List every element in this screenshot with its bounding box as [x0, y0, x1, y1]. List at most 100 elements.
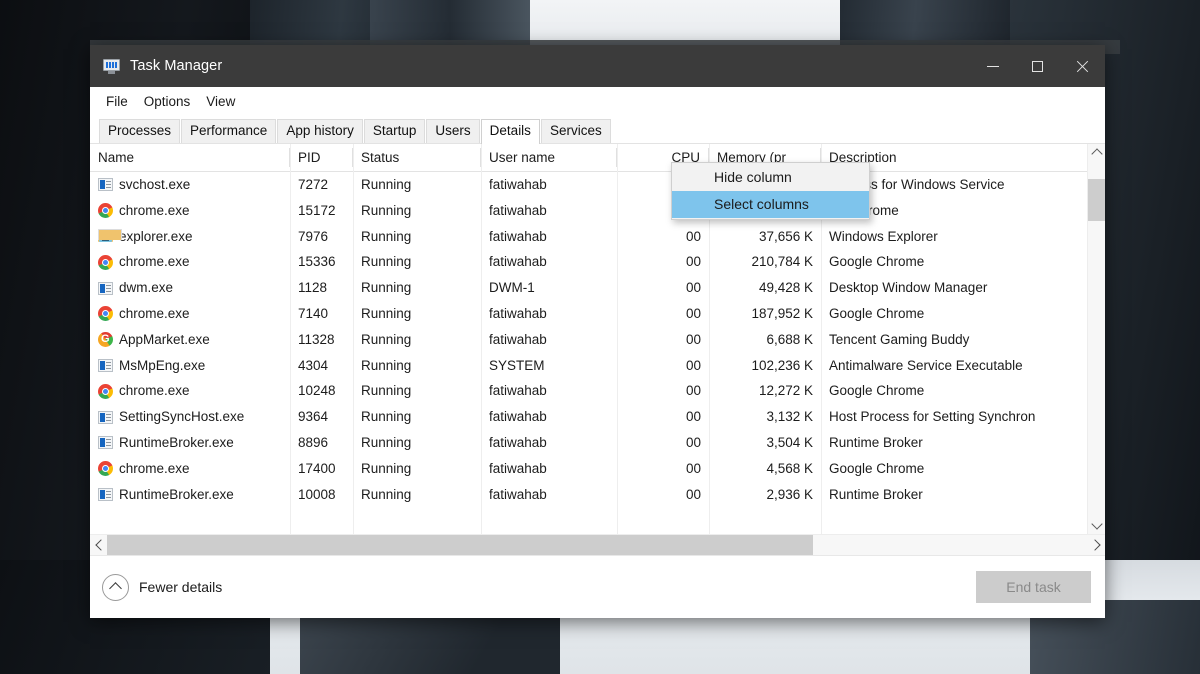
cell-cpu: 00 [685, 228, 701, 244]
cell-description: Google Chrome [829, 460, 925, 476]
cell-status: Running [361, 434, 412, 450]
table-row[interactable]: dwm.exe 1128 Running DWM-1 00 49,428 K Desktop… [90, 275, 1087, 301]
table-row[interactable]: RuntimeBroker.exe 8896 Running fatiwahab 00 3… [90, 430, 1087, 456]
cell-description: Google Chrome [829, 305, 925, 321]
cell-pid: 11328 [298, 331, 335, 347]
generic-app-icon [98, 177, 113, 192]
chrome-icon [98, 306, 113, 322]
table-row[interactable]: chrome.exe 15336 Running fatiwahab 00 210,784… [90, 249, 1087, 275]
scroll-left-button[interactable] [90, 535, 107, 555]
cell-cpu: 00 [685, 305, 701, 321]
cell-cpu: 00 [685, 280, 701, 296]
vertical-scroll-track[interactable] [1088, 161, 1105, 517]
cell-description: Runtime Broker [829, 434, 923, 450]
menu-file[interactable]: File [99, 91, 135, 112]
cell-description: Google Chrome [829, 383, 925, 399]
generic-app-icon [98, 358, 113, 373]
horizontal-scroll-track[interactable] [107, 535, 1088, 555]
horizontal-scroll-thumb[interactable] [107, 535, 814, 555]
cell-status: Running [361, 177, 412, 192]
table-row[interactable]: G AppMarket.exe 11328 Running fatiwahab 00 6,6… [90, 327, 1087, 353]
fewer-details-button[interactable]: Fewer details [102, 573, 223, 601]
cell-memory: 49,428 K [758, 280, 813, 296]
maximize-button[interactable] [1015, 45, 1060, 87]
tab-details[interactable]: Details [480, 119, 540, 144]
scroll-down-button[interactable] [1088, 517, 1105, 534]
table-row[interactable]: chrome.exe 7140 Running fatiwahab 00 187,952 … [90, 301, 1087, 327]
task-manager-window: Task Manager File Options View Processes [90, 45, 1105, 618]
process-name: chrome.exe [119, 383, 190, 399]
table-row[interactable]: chrome.exe 17400 Running fatiwahab 00 4,568 K… [90, 456, 1087, 482]
cell-cpu: 00 [685, 460, 701, 476]
vertical-scrollbar[interactable] [1087, 144, 1105, 534]
cell-user-name: fatiwahab [489, 305, 547, 321]
end-task-button[interactable]: End task [976, 571, 1091, 603]
horizontal-scrollbar[interactable] [90, 534, 1105, 555]
menu-view[interactable]: View [199, 91, 242, 112]
cell-cpu: 00 [685, 331, 701, 347]
cell-pid: 15172 [298, 202, 336, 218]
cell-cpu: 00 [685, 383, 701, 399]
column-header-pid[interactable]: PID [290, 148, 353, 167]
tab-users[interactable]: Users [426, 119, 480, 143]
cell-pid: 9364 [298, 409, 329, 425]
chevron-down-icon [1090, 518, 1103, 530]
process-name: chrome.exe [119, 254, 190, 270]
cell-name: chrome.exe [90, 198, 290, 224]
cell-status: Running [361, 280, 412, 296]
chrome-icon [98, 461, 113, 477]
tab-services[interactable]: Services [540, 119, 611, 143]
context-menu-item-hide-column[interactable]: Hide column [672, 164, 869, 191]
cell-name: explorer.exe [90, 224, 290, 250]
process-name: AppMarket.exe [119, 331, 210, 347]
close-icon [1076, 60, 1089, 73]
scroll-up-button[interactable] [1088, 144, 1105, 161]
cell-name: SettingSyncHost.exe [90, 404, 290, 430]
fewer-details-label: Fewer details [139, 579, 223, 595]
vertical-scroll-thumb[interactable] [1088, 179, 1105, 221]
table-row[interactable]: svchost.exe7272Runningfatiwahab00Process… [90, 172, 1087, 198]
cell-user-name: fatiwahab [489, 228, 547, 244]
cell-pid: 4304 [298, 357, 329, 373]
tab-performance[interactable]: Performance [181, 119, 277, 143]
chrome-icon [98, 254, 113, 270]
column-header-row: Name PID Status User name CPU Memory (pr… [90, 144, 1087, 172]
process-name: MsMpEng.exe [119, 357, 206, 373]
menu-options[interactable]: Options [137, 91, 198, 112]
cell-name: G AppMarket.exe [90, 327, 290, 353]
table-row[interactable]: MsMpEng.exe 4304 Running SYSTEM 00 102,236 K A… [90, 353, 1087, 379]
column-header-status[interactable]: Status [353, 148, 481, 167]
process-name: svchost.exe [119, 177, 191, 192]
cell-memory: 37,656 K [758, 228, 813, 244]
cell-description: Windows Explorer [829, 228, 938, 244]
cell-status: Running [361, 409, 412, 425]
cell-user-name: DWM-1 [489, 280, 535, 296]
grid-area: Name PID Status User name CPU Memory (pr… [90, 144, 1105, 534]
tab-processes[interactable]: Processes [99, 119, 181, 143]
column-header-user-name[interactable]: User name [481, 148, 617, 167]
table-row[interactable]: explorer.exe 7976 Running fatiwahab 00 37,656… [90, 224, 1087, 250]
cell-status: Running [361, 383, 412, 399]
generic-app-icon [98, 281, 113, 296]
cell-memory: 3,132 K [766, 409, 813, 425]
close-button[interactable] [1060, 45, 1105, 87]
folder-icon [98, 228, 122, 244]
minimize-button[interactable] [970, 45, 1015, 87]
cell-user-name: fatiwahab [489, 254, 547, 270]
tab-startup[interactable]: Startup [363, 119, 426, 143]
table-row[interactable]: SettingSyncHost.exe 9364 Running fatiwahab 0… [90, 404, 1087, 430]
cell-cpu: 00 [685, 486, 701, 502]
cell-cpu: 00 [685, 409, 701, 425]
window-title: Task Manager [130, 58, 223, 74]
table-row[interactable]: chrome.exe15172Runningfatiwahabgle Chrom… [90, 198, 1087, 224]
cell-user-name: fatiwahab [489, 177, 547, 192]
process-name: chrome.exe [119, 202, 190, 218]
column-header-name[interactable]: Name [90, 148, 290, 167]
cell-pid: 7976 [298, 228, 329, 244]
context-menu-item-select-columns[interactable]: Select columns [672, 191, 869, 218]
tab-app-history[interactable]: App history [277, 119, 363, 143]
scroll-right-button[interactable] [1088, 535, 1105, 555]
table-row[interactable]: RuntimeBroker.exe 10008 Running fatiwahab 00… [90, 482, 1087, 508]
status-bar: Fewer details End task [90, 555, 1105, 618]
table-row[interactable]: chrome.exe 10248 Running fatiwahab 00 12,272 … [90, 378, 1087, 404]
